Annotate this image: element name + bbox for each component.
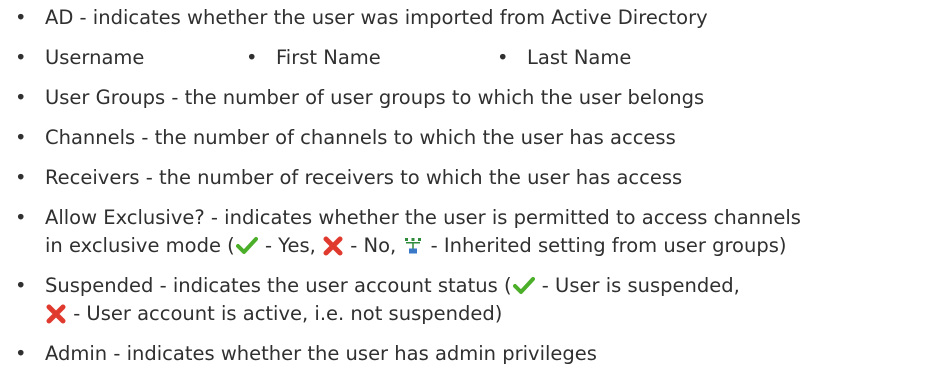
- red-x-icon: [323, 236, 343, 262]
- group-tree-icon: [403, 236, 423, 262]
- list-item-admin: • Admin - indicates whether the user has …: [15, 342, 597, 366]
- list-item-text: User Groups - the number of user groups …: [45, 86, 705, 109]
- list-item-text: Last Name: [527, 46, 632, 69]
- bullet: •: [15, 206, 27, 229]
- bullet: •: [15, 166, 27, 189]
- list-item-receivers: • Receivers - the number of receivers to …: [15, 166, 682, 190]
- list-item-text: - No,: [344, 234, 403, 257]
- document-page: • AD - indicates whether the user was imp…: [0, 0, 935, 378]
- list-item-text: Username: [45, 46, 145, 69]
- list-item-ad: • AD - indicates whether the user was imp…: [15, 6, 708, 30]
- list-item-suspended-continuation: - User account is active, i.e. not suspe…: [45, 302, 502, 330]
- list-item-text: AD - indicates whether the user was impo…: [45, 6, 708, 29]
- bullet: •: [15, 86, 27, 109]
- list-item-text: - User is suspended,: [535, 274, 740, 297]
- red-x-icon: [46, 304, 66, 330]
- bullet: •: [15, 6, 27, 29]
- bullet: •: [15, 342, 27, 365]
- list-item-text: in exclusive mode (: [45, 234, 235, 257]
- bullet: •: [246, 46, 258, 69]
- list-item-text: - User account is active, i.e. not suspe…: [67, 302, 503, 325]
- list-item-text: Admin - indicates whether the user has a…: [45, 342, 597, 365]
- bullet: •: [15, 46, 27, 69]
- bullet: •: [497, 46, 509, 69]
- list-item-text: First Name: [276, 46, 381, 69]
- list-item-text: Allow Exclusive? - indicates whether the…: [45, 206, 801, 229]
- list-item-last-name: • Last Name: [497, 46, 631, 70]
- green-checkmark-icon: [512, 276, 535, 302]
- list-item-username: • Username: [15, 46, 144, 70]
- list-item-channels: • Channels - the number of channels to wh…: [15, 126, 676, 150]
- list-item-user-groups: • User Groups - the number of user groups…: [15, 86, 704, 110]
- bullet: •: [15, 274, 27, 297]
- list-item-first-name: • First Name: [246, 46, 381, 70]
- list-item-text: - Inherited setting from user groups): [424, 234, 787, 257]
- list-item-text: Suspended - indicates the user account s…: [45, 274, 512, 297]
- list-item-text: Receivers - the number of receivers to w…: [45, 166, 683, 189]
- bullet: •: [15, 126, 27, 149]
- list-item-text: Channels - the number of channels to whi…: [45, 126, 676, 149]
- list-item-allow-exclusive-continuation: in exclusive mode ( - Yes, - No, - Inher…: [45, 234, 787, 262]
- list-item-suspended: • Suspended - indicates the user account …: [15, 274, 740, 302]
- list-item-allow-exclusive: • Allow Exclusive? - indicates whether th…: [15, 206, 801, 230]
- list-item-text: - Yes,: [258, 234, 323, 257]
- green-checkmark-icon: [235, 236, 258, 262]
